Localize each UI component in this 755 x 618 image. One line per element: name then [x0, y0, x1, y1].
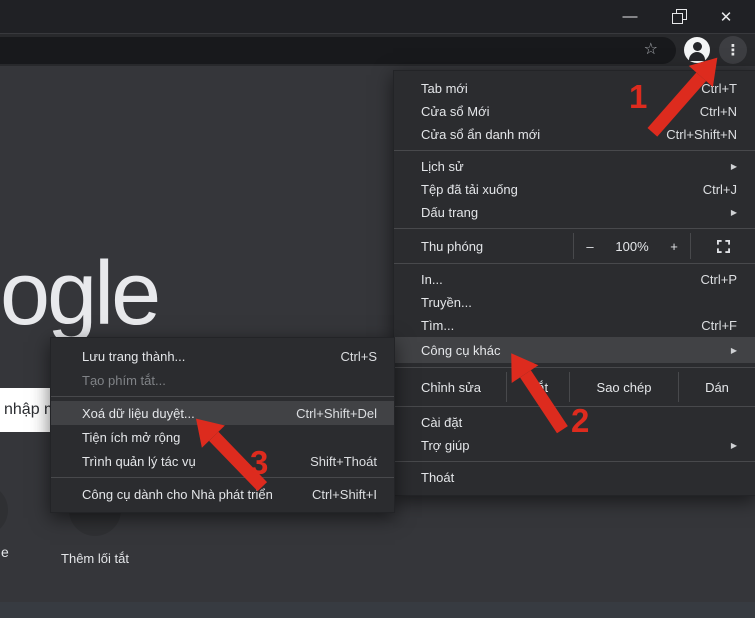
step1-number: 1 — [629, 78, 647, 116]
zoom-level-value: 100% — [606, 239, 658, 254]
restore-icon — [673, 12, 683, 22]
edit-paste-button[interactable]: Dán — [679, 372, 755, 402]
menu-item-shortcut: Ctrl+N — [700, 104, 737, 119]
menu-separator — [51, 396, 394, 397]
menu-item-label: Công cụ khác — [421, 343, 723, 358]
minimize-icon: — — [623, 8, 638, 25]
address-bar[interactable]: ☆ — [0, 37, 676, 64]
submenu-item-developer-tools[interactable]: Công cụ dành cho Nhà phát triển Ctrl+Shi… — [51, 482, 394, 506]
zoom-out-button[interactable]: – — [574, 239, 606, 254]
menu-separator — [394, 367, 755, 368]
step2-number: 2 — [571, 402, 589, 440]
restore-button[interactable] — [655, 0, 701, 33]
menu-dots-button[interactable]: ⋮ — [719, 36, 747, 64]
menu-item-shortcut: Ctrl+J — [703, 182, 737, 197]
menu-item-exit[interactable]: Thoát — [394, 466, 755, 489]
minimize-button[interactable]: — — [607, 0, 653, 33]
menu-item-bookmarks[interactable]: Dấu trang ▶ — [394, 201, 755, 224]
menu-item-label: Truyền... — [421, 295, 737, 310]
menu-item-label: Tệp đã tải xuống — [421, 182, 703, 197]
menu-item-shortcut: Shift+Thoát — [310, 454, 377, 469]
menu-item-print[interactable]: In... Ctrl+P — [394, 268, 755, 291]
menu-item-shortcut: Ctrl+Shift+N — [666, 127, 737, 142]
menu-item-shortcut: Ctrl+Shift+Del — [296, 406, 377, 421]
menu-separator — [51, 477, 394, 478]
menu-item-label: Công cụ dành cho Nhà phát triển — [82, 487, 312, 502]
zoom-controls: – 100% + — [574, 233, 690, 259]
menu-item-label: Thoát — [421, 470, 737, 485]
menu-item-label: Tìm... — [421, 318, 701, 333]
menu-item-history[interactable]: Lịch sử ▶ — [394, 155, 755, 178]
menu-separator — [394, 150, 755, 151]
menu-item-cast[interactable]: Truyền... — [394, 291, 755, 314]
submenu-item-clear-browsing-data[interactable]: Xoá dữ liệu duyệt... Ctrl+Shift+Del — [51, 401, 394, 425]
zoom-in-button[interactable]: + — [658, 239, 690, 254]
menu-item-new-incognito-window[interactable]: Cửa sổ ẩn danh mới Ctrl+Shift+N — [394, 123, 755, 146]
search-box-text: nhập m — [0, 401, 57, 419]
menu-item-label: Tab mới — [421, 81, 701, 96]
menu-item-new-window[interactable]: Cửa sổ Mới Ctrl+N — [394, 100, 755, 123]
menu-item-downloads[interactable]: Tệp đã tải xuống Ctrl+J — [394, 178, 755, 201]
browser-window: — ✕ ☆ ⋮ Google nhập m e Thêm lối tắt Tab… — [0, 0, 755, 618]
menu-item-label: Trợ giúp — [421, 438, 723, 453]
three-dots-icon: ⋮ — [726, 41, 741, 59]
menu-item-label: Lịch sử — [421, 159, 723, 174]
menu-item-label: Dấu trang — [421, 205, 723, 220]
menu-item-edit: Chỉnh sửa Cắt Sao chép Dán — [394, 372, 755, 402]
menu-item-label: In... — [421, 272, 701, 287]
fullscreen-icon — [717, 240, 730, 253]
bookmark-star-icon[interactable]: ☆ — [644, 41, 658, 59]
submenu-arrow-icon: ▶ — [731, 162, 737, 171]
submenu-item-create-shortcut: Tạo phím tắt... — [51, 368, 394, 392]
submenu-arrow-icon: ▶ — [731, 441, 737, 450]
menu-item-label: Tạo phím tắt... — [82, 373, 377, 388]
title-bar: — ✕ — [0, 0, 755, 34]
menu-item-shortcut: Ctrl+F — [701, 318, 737, 333]
shortcut-circle-partial[interactable] — [0, 484, 8, 536]
close-button[interactable]: ✕ — [703, 0, 749, 33]
browser-toolbar: ☆ ⋮ — [0, 34, 755, 66]
menu-item-shortcut: Ctrl+Shift+I — [312, 487, 377, 502]
menu-separator — [394, 263, 755, 264]
submenu-arrow-icon: ▶ — [731, 346, 737, 355]
menu-item-zoom: Thu phóng – 100% + — [394, 233, 755, 259]
menu-item-label: Thu phóng — [394, 239, 573, 254]
menu-item-label: Trình quản lý tác vụ — [82, 454, 310, 469]
submenu-item-save-page-as[interactable]: Lưu trang thành... Ctrl+S — [51, 344, 394, 368]
menu-item-more-tools[interactable]: Công cụ khác ▶ — [394, 337, 755, 363]
menu-item-shortcut: Ctrl+P — [701, 272, 737, 287]
edit-copy-button[interactable]: Sao chép — [570, 372, 678, 402]
add-shortcut-label: Thêm lối tắt — [35, 551, 155, 566]
menu-item-shortcut: Ctrl+S — [341, 349, 377, 364]
submenu-arrow-icon: ▶ — [731, 208, 737, 217]
menu-separator — [394, 228, 755, 229]
menu-item-label: Chỉnh sửa — [394, 380, 506, 395]
close-icon: ✕ — [720, 8, 733, 26]
step3-number: 3 — [250, 444, 268, 482]
menu-item-label: Lưu trang thành... — [82, 349, 341, 364]
fullscreen-button[interactable] — [691, 233, 755, 259]
menu-item-label: Xoá dữ liệu duyệt... — [82, 406, 296, 421]
shortcut-label-partial: e — [1, 544, 9, 560]
menu-item-find[interactable]: Tìm... Ctrl+F — [394, 314, 755, 337]
menu-separator — [394, 461, 755, 462]
menu-item-label: Cửa sổ ẩn danh mới — [421, 127, 666, 142]
bottom-strip — [0, 602, 755, 618]
google-logo: Google — [0, 243, 158, 346]
